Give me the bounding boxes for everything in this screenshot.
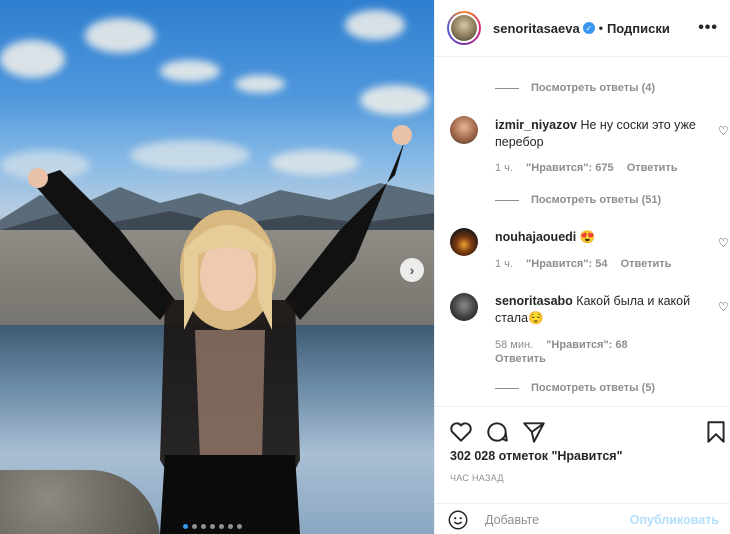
comment-like-icon[interactable]: ♡: [718, 300, 729, 314]
woman-figure: [28, 125, 412, 534]
carousel-dot[interactable]: [183, 524, 188, 529]
post-timestamp[interactable]: ЧАС НАЗАД: [450, 473, 504, 483]
comment-time[interactable]: 1 ч.: [495, 258, 513, 270]
reply-button[interactable]: Ответить: [495, 353, 546, 365]
post-header: senoritasaeva ✓ • Подписки •••: [435, 0, 730, 57]
comment-meta: 1 ч. "Нравится": 54 Ответить: [495, 258, 681, 270]
carousel-dot[interactable]: [192, 524, 197, 529]
comment-username[interactable]: izmir_niyazov: [495, 118, 577, 132]
reply-button[interactable]: Ответить: [621, 258, 672, 270]
following-button[interactable]: Подписки: [607, 21, 670, 36]
comment-like-icon[interactable]: ♡: [718, 236, 729, 250]
comment-meta: 1 ч. "Нравится": 675 Ответить: [495, 162, 688, 174]
post-photo[interactable]: ›: [0, 0, 434, 534]
comment-likes[interactable]: "Нравится": 68: [546, 339, 627, 351]
carousel-dots: [183, 524, 242, 529]
view-replies-button[interactable]: Посмотреть ответы (4): [495, 82, 655, 94]
add-comment-bar: Опубликовать: [435, 503, 730, 534]
comment-likes[interactable]: "Нравится": 54: [526, 258, 607, 270]
comment-time[interactable]: 58 мин.: [495, 339, 533, 351]
emoji-icon[interactable]: [447, 509, 469, 531]
reply-button[interactable]: Ответить: [627, 162, 678, 174]
carousel-next-button[interactable]: ›: [400, 258, 424, 282]
instagram-post-view: › senoritasaeva ✓ • Подписки ••• Посмотр…: [0, 0, 730, 534]
comment-like-icon[interactable]: ♡: [718, 124, 729, 138]
heart-icon[interactable]: [448, 419, 474, 445]
carousel-dot[interactable]: [210, 524, 215, 529]
verified-badge-icon: ✓: [582, 22, 595, 34]
bookmark-icon[interactable]: [703, 419, 729, 445]
post-side-panel: senoritasaeva ✓ • Подписки ••• Посмотрет…: [434, 0, 730, 534]
author-username[interactable]: senoritasaeva: [493, 21, 580, 36]
author-avatar[interactable]: [447, 11, 481, 45]
likes-count[interactable]: 302 028 отметок "Нравится": [450, 449, 623, 463]
comments-list: Посмотреть ответы (4) izmir_niyazov Не н…: [435, 58, 730, 406]
comment-input[interactable]: [485, 512, 625, 527]
comment-avatar[interactable]: [450, 116, 478, 144]
view-replies-button[interactable]: Посмотреть ответы (51): [495, 194, 661, 206]
comment-username[interactable]: nouhajaouedi: [495, 230, 576, 244]
share-icon[interactable]: [521, 419, 547, 445]
comment-body: nouhajaouedi 😍: [495, 229, 715, 246]
comment-body: senoritasabo Какой была и какой стала😌: [495, 293, 715, 327]
comment-text: 😍: [579, 230, 596, 244]
carousel-dot[interactable]: [219, 524, 224, 529]
comment-username[interactable]: senoritasabo: [495, 294, 573, 308]
carousel-dot[interactable]: [201, 524, 206, 529]
header-separator: •: [598, 21, 603, 35]
publish-button[interactable]: Опубликовать: [630, 513, 719, 527]
comment-likes[interactable]: "Нравится": 675: [526, 162, 614, 174]
comment-body: izmir_niyazov Не ну соски это уже перебо…: [495, 117, 715, 151]
carousel-dot[interactable]: [237, 524, 242, 529]
more-options-icon[interactable]: •••: [698, 19, 718, 37]
carousel-dot[interactable]: [228, 524, 233, 529]
comment-avatar[interactable]: [450, 228, 478, 256]
view-replies-button[interactable]: Посмотреть ответы (5): [495, 382, 655, 394]
clipped-line: [495, 58, 695, 60]
comment-time[interactable]: 1 ч.: [495, 162, 513, 174]
comment-avatar[interactable]: [450, 293, 478, 321]
comment-meta: 58 мин. "Нравится": 68 Ответить: [495, 338, 675, 366]
comment-icon[interactable]: [484, 419, 510, 445]
